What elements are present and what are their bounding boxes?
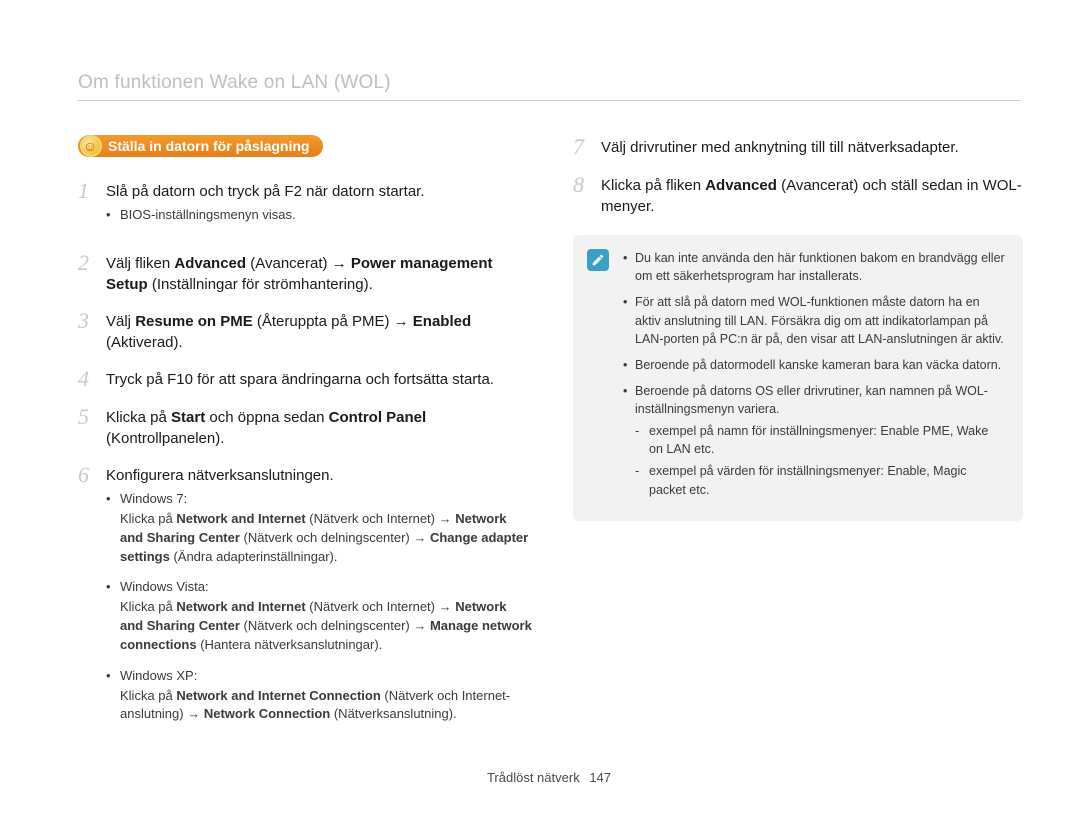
page-root: Om funktionen Wake on LAN (WOL) Ställa i… (0, 0, 1080, 785)
step-number: 4 (78, 367, 96, 391)
note-box: Du kan inte använda den här funktionen b… (573, 235, 1023, 521)
step-number: 1 (78, 179, 96, 237)
note-text: Du kan inte använda den här funktionen b… (635, 251, 1005, 283)
footer-page-number: 147 (589, 770, 611, 785)
step-text: Slå på datorn och tryck på F2 när datorn… (106, 183, 425, 200)
note-text: Beroende på datormodell kanske kameran b… (635, 358, 1001, 372)
step-body: Tryck på F10 för att spara ändringarna o… (106, 367, 494, 391)
page-footer: Trådlöst nätverk 147 (78, 770, 1020, 785)
step-number: 2 (78, 251, 96, 295)
step-text: Välj fliken Advanced (Avancerat) → Power… (106, 255, 493, 293)
step-2: 2 Välj fliken Advanced (Avancerat) → Pow… (78, 251, 533, 295)
left-column: Ställa in datorn för påslagning 1 Slå på… (78, 135, 533, 750)
note-text: För att slå på datorn med WOL-funktionen… (635, 295, 1004, 345)
step-8: 8 Klicka på fliken Advanced (Avancerat) … (573, 173, 1023, 217)
note-item: Beroende på datorns OS eller drivrutiner… (623, 382, 1005, 499)
step-number: 8 (573, 173, 591, 217)
sub-item: Windows 7: Klicka på Network and Interne… (106, 490, 533, 566)
note-sublist: exempel på namn för inställningsmenyer: … (635, 422, 1005, 499)
note-list: Du kan inte använda den här funktionen b… (623, 249, 1005, 499)
title-divider (78, 100, 1020, 101)
step-5: 5 Klicka på Start och öppna sedan Contro… (78, 405, 533, 449)
step-text: Konfigurera nätverksanslutningen. (106, 467, 334, 484)
page-title: Om funktionen Wake on LAN (WOL) (78, 72, 1020, 94)
step-body: Välj Resume on PME (Återuppta på PME) → … (106, 309, 533, 353)
step-body: Konfigurera nätverksanslutningen. Window… (106, 463, 533, 736)
step-1: 1 Slå på datorn och tryck på F2 när dato… (78, 179, 533, 237)
sub-os: Windows 7: (120, 490, 533, 509)
sub-desc: Klicka på Network and Internet (Nätverk … (120, 599, 532, 652)
columns: Ställa in datorn för påslagning 1 Slå på… (78, 135, 1020, 750)
step-text: Tryck på F10 för att spara ändringarna o… (106, 371, 494, 388)
note-icon (587, 249, 609, 271)
note-subitem: exempel på namn för inställningsmenyer: … (635, 422, 1005, 458)
step-number: 3 (78, 309, 96, 353)
sub-desc: Klicka på Network and Internet Connectio… (120, 688, 510, 722)
step-number: 7 (573, 135, 591, 159)
step-body: Välj drivrutiner med anknytning till til… (601, 135, 959, 159)
step-text: Klicka på Start och öppna sedan Control … (106, 409, 426, 447)
sub-item: Windows XP: Klicka på Network and Intern… (106, 667, 533, 725)
step-3: 3 Välj Resume on PME (Återuppta på PME) … (78, 309, 533, 353)
note-text: Beroende på datorns OS eller drivrutiner… (635, 384, 988, 416)
callout-label: Ställa in datorn för påslagning (108, 138, 309, 154)
step-7: 7 Välj drivrutiner med anknytning till t… (573, 135, 1023, 159)
sub-os: Windows XP: (120, 667, 533, 686)
sub-item: BIOS-inställningsmenyn visas. (106, 206, 425, 225)
step-6: 6 Konfigurera nätverksanslutningen. Wind… (78, 463, 533, 736)
step-body: Välj fliken Advanced (Avancerat) → Power… (106, 251, 533, 295)
step-number: 5 (78, 405, 96, 449)
right-column: 7 Välj drivrutiner med anknytning till t… (573, 135, 1023, 750)
step-body: Klicka på Start och öppna sedan Control … (106, 405, 533, 449)
sub-os: Windows Vista: (120, 578, 533, 597)
step-body: Slå på datorn och tryck på F2 när datorn… (106, 179, 425, 237)
callout-pill: Ställa in datorn för påslagning (78, 135, 323, 157)
note-subitem: exempel på värden för inställningsmenyer… (635, 462, 1005, 498)
sub-desc: Klicka på Network and Internet (Nätverk … (120, 511, 528, 564)
note-item: Beroende på datormodell kanske kameran b… (623, 356, 1005, 374)
sub-item: Windows Vista: Klicka på Network and Int… (106, 578, 533, 654)
step-4: 4 Tryck på F10 för att spara ändringarna… (78, 367, 533, 391)
note-item: Du kan inte använda den här funktionen b… (623, 249, 1005, 285)
step-body: Klicka på fliken Advanced (Avancerat) oc… (601, 173, 1023, 217)
step-text: Välj Resume on PME (Återuppta på PME) → … (106, 313, 471, 351)
step-text: Klicka på fliken Advanced (Avancerat) oc… (601, 177, 1022, 215)
step-sublist: BIOS-inställningsmenyn visas. (106, 206, 425, 225)
step-sublist: Windows 7: Klicka på Network and Interne… (106, 490, 533, 724)
step-number: 6 (78, 463, 96, 736)
note-item: För att slå på datorn med WOL-funktionen… (623, 293, 1005, 347)
sub-desc: BIOS-inställningsmenyn visas. (120, 207, 296, 222)
step-text: Välj drivrutiner med anknytning till til… (601, 139, 959, 156)
footer-section: Trådlöst nätverk (487, 770, 580, 785)
